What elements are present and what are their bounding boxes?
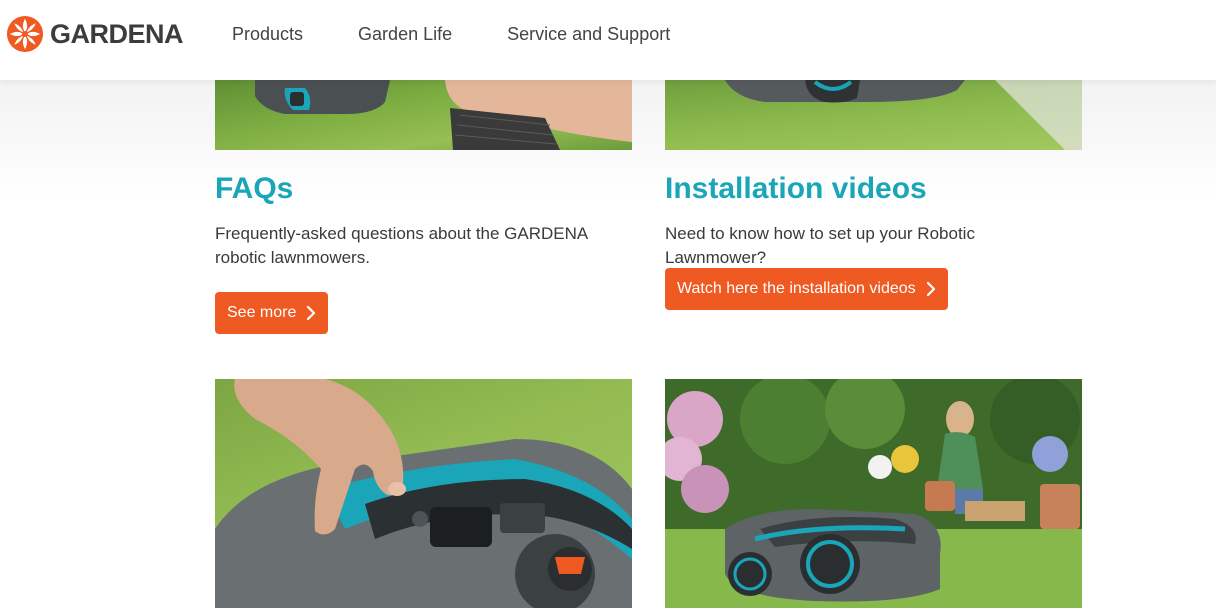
- faqs-image[interactable]: [215, 80, 632, 150]
- site-header: GARDENA Products Garden Life Service and…: [0, 0, 1216, 80]
- page: GARDENA Products Garden Life Service and…: [0, 0, 1216, 608]
- chevron-right-icon: [926, 281, 935, 297]
- faqs-description: Frequently-asked questions about the GAR…: [215, 224, 588, 267]
- see-more-button-label: See more: [227, 304, 297, 321]
- watch-installation-videos-button[interactable]: Watch here the installation videos: [665, 268, 948, 310]
- gardena-logo[interactable]: GARDENA: [6, 14, 184, 54]
- garden-mower-woman-photo: [665, 379, 1082, 608]
- nav-item-garden-life[interactable]: Garden Life: [358, 24, 452, 45]
- mower-control-panel-image[interactable]: [215, 379, 632, 608]
- main-nav: Products Garden Life Service and Support: [232, 22, 725, 46]
- nav-item-service-and-support[interactable]: Service and Support: [507, 24, 670, 45]
- see-more-button[interactable]: See more: [215, 292, 329, 334]
- installation-videos-title: Installation videos: [665, 172, 927, 205]
- faqs-title: FAQs: [215, 172, 294, 205]
- nav-item-products[interactable]: Products: [232, 24, 303, 45]
- installation-videos-description: Need to know how to set up your Robotic …: [665, 224, 975, 267]
- robotic-mower-lawn-photo: [725, 80, 1082, 150]
- brand-name: GARDENA: [50, 18, 184, 49]
- mower-control-panel-photo: [215, 379, 632, 608]
- gardena-logo-icon: [6, 15, 44, 53]
- robotic-mower-hand-photo: [255, 80, 632, 150]
- chevron-right-icon: [307, 305, 316, 321]
- watch-installation-videos-button-label: Watch here the installation videos: [677, 280, 916, 297]
- garden-mower-image[interactable]: [665, 379, 1082, 608]
- installation-videos-image[interactable]: [665, 80, 1082, 150]
